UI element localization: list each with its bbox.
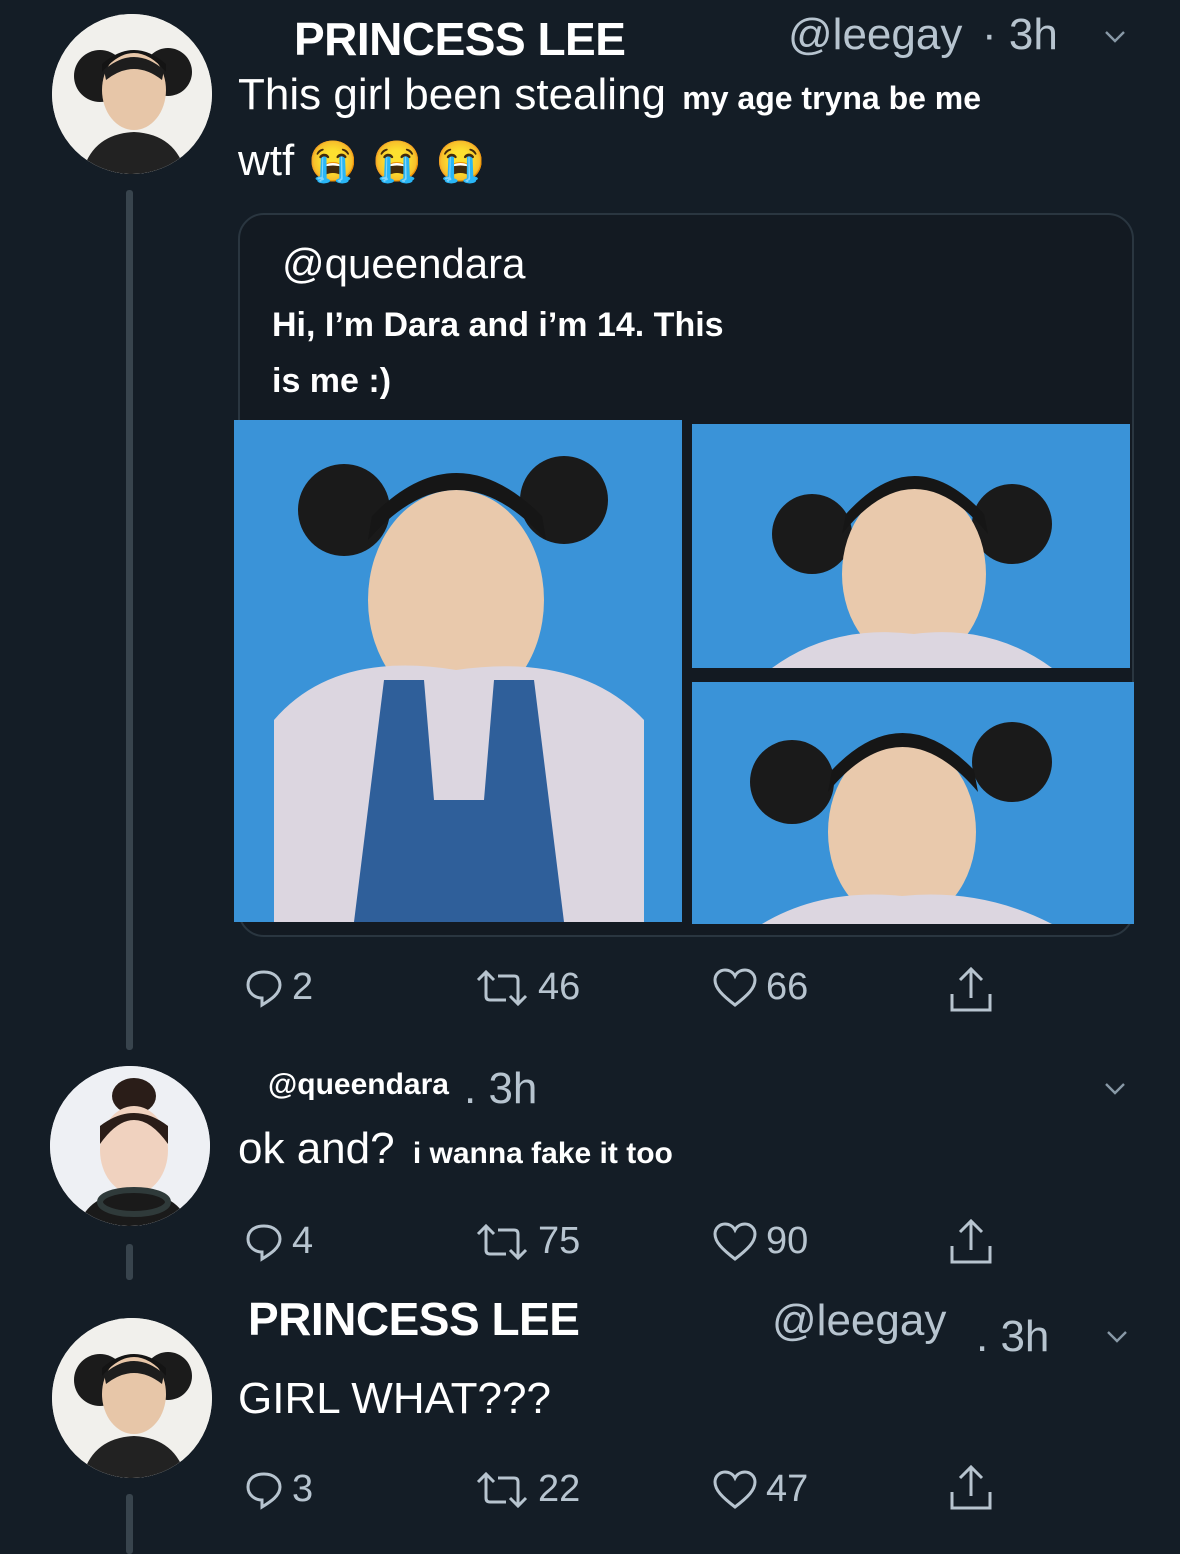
thread-line bbox=[126, 1494, 133, 1554]
tweet3-like-button[interactable]: 47 bbox=[712, 1468, 808, 1511]
tweet2-author-handle[interactable]: @queendara bbox=[268, 1068, 449, 1102]
tweet3-author-handle[interactable]: @leegay bbox=[772, 1296, 946, 1346]
thread-line bbox=[126, 190, 133, 1050]
tweet2-reply-count: 4 bbox=[292, 1220, 314, 1262]
photo-girl-pigtails-icon bbox=[692, 682, 1134, 924]
tweet2-like-count: 90 bbox=[766, 1220, 809, 1262]
speech-bubble-icon bbox=[246, 1471, 282, 1510]
heart-icon bbox=[713, 1221, 757, 1261]
tweet3-timestamp[interactable]: . 3h bbox=[976, 1312, 1049, 1362]
tweet2-text-main: ok and? bbox=[238, 1124, 395, 1173]
crying-emoji-icon: 😭 bbox=[372, 139, 422, 184]
quoted-photo-top-right[interactable] bbox=[692, 424, 1130, 668]
speech-bubble-icon bbox=[246, 1223, 282, 1262]
tweet1-text-main: This girl been stealing bbox=[238, 70, 667, 119]
retweet-arrows-icon bbox=[476, 1223, 528, 1260]
photo-girl-pigtails-icon bbox=[234, 420, 682, 922]
tweet3-text: GIRL WHAT??? bbox=[238, 1374, 551, 1423]
tweet2-retweet-button[interactable]: 75 bbox=[474, 1220, 580, 1263]
thread-line bbox=[126, 1244, 133, 1280]
retweet-arrows-icon bbox=[476, 969, 528, 1006]
tweet3-like-count: 47 bbox=[766, 1468, 809, 1510]
tweet1-like-button[interactable]: 66 bbox=[712, 966, 808, 1009]
photo-girl-pigtails-icon bbox=[692, 424, 1130, 668]
avatar-queendara[interactable] bbox=[50, 1066, 210, 1226]
avatar-portrait-icon bbox=[50, 1066, 210, 1226]
heart-icon bbox=[713, 1469, 757, 1509]
avatar-portrait-icon bbox=[52, 14, 212, 174]
quoted-tweet-text-line1: Hi, I’m Dara and i’m 14. This bbox=[272, 306, 724, 344]
tweet2-share-upload-icon[interactable] bbox=[948, 1218, 994, 1268]
tweet1-retweet-count: 46 bbox=[538, 966, 581, 1008]
tweet1-text-overlay: my age tryna be me bbox=[682, 80, 982, 116]
crying-emoji-icon: 😭 bbox=[435, 139, 486, 184]
tweet1-text-line2: wtf bbox=[238, 136, 295, 185]
tweet1-more-chevron-down-icon[interactable] bbox=[1104, 26, 1126, 48]
tweet2-more-chevron-down-icon[interactable] bbox=[1104, 1078, 1126, 1100]
tweet1-timestamp[interactable]: · 3h bbox=[982, 10, 1058, 60]
tweet3-more-chevron-down-icon[interactable] bbox=[1106, 1326, 1128, 1348]
speech-bubble-icon bbox=[246, 969, 282, 1008]
tweet1-author-name[interactable]: PRINCESS LEE bbox=[294, 12, 626, 66]
tweet2-timestamp[interactable]: . 3h bbox=[464, 1064, 537, 1114]
tweet1-author-handle[interactable]: @leegay bbox=[788, 10, 962, 60]
tweet2-like-button[interactable]: 90 bbox=[712, 1220, 808, 1263]
tweet3-share-upload-icon[interactable] bbox=[948, 1464, 994, 1514]
retweet-arrows-icon bbox=[476, 1471, 528, 1508]
tweet1-like-count: 66 bbox=[766, 966, 809, 1008]
quoted-tweet-text-line2: is me :) bbox=[272, 362, 392, 400]
avatar-princess-lee[interactable] bbox=[52, 1318, 212, 1478]
tweet3-author-name[interactable]: PRINCESS LEE bbox=[248, 1292, 580, 1346]
tweet2-reply-button[interactable]: 4 bbox=[244, 1220, 313, 1263]
tweet2-retweet-count: 75 bbox=[538, 1220, 581, 1262]
crying-emoji-icon: 😭 bbox=[308, 139, 359, 184]
tweet3-retweet-button[interactable]: 22 bbox=[474, 1468, 580, 1511]
tweet1-reply-count: 2 bbox=[292, 966, 314, 1008]
tweet2-text-overlay: i wanna fake it too bbox=[412, 1137, 673, 1170]
heart-icon bbox=[713, 967, 757, 1007]
tweet1-share-upload-icon[interactable] bbox=[948, 966, 994, 1016]
tweet3-reply-count: 3 bbox=[292, 1468, 314, 1510]
tweet3-retweet-count: 22 bbox=[538, 1468, 581, 1510]
quoted-tweet-handle[interactable]: @queendara bbox=[282, 240, 526, 288]
avatar-princess-lee[interactable] bbox=[52, 14, 212, 174]
quoted-photo-large[interactable] bbox=[234, 420, 682, 922]
tweet1-retweet-button[interactable]: 46 bbox=[474, 966, 580, 1009]
avatar-portrait-icon bbox=[52, 1318, 212, 1478]
tweet3-reply-button[interactable]: 3 bbox=[244, 1468, 313, 1511]
tweet1-reply-button[interactable]: 2 bbox=[244, 966, 313, 1009]
quoted-photo-bottom-right[interactable] bbox=[692, 682, 1134, 924]
